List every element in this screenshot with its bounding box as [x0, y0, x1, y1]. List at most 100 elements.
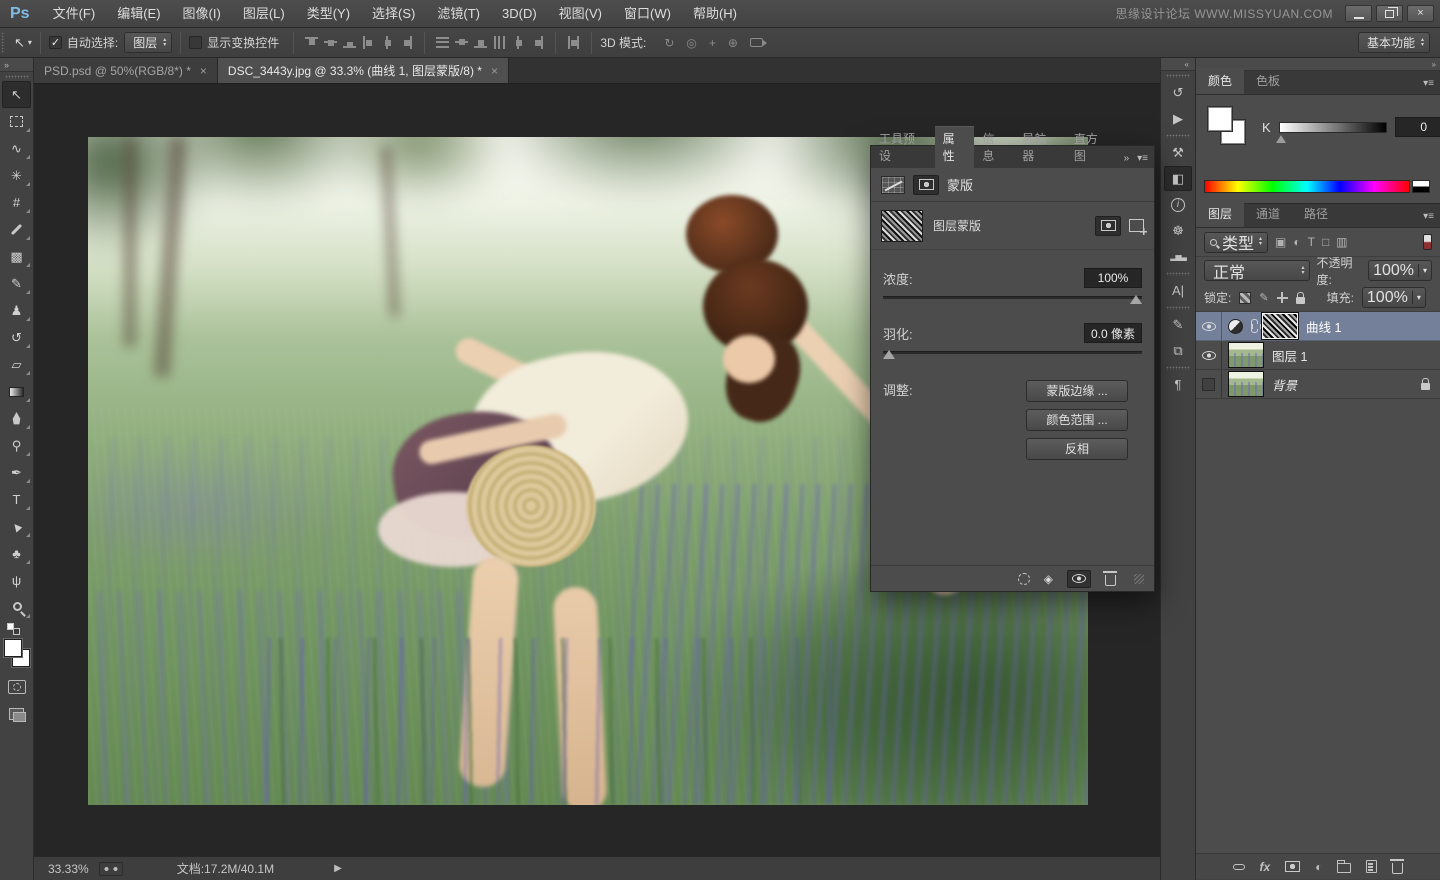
3d-slide-icon[interactable]: ⊕: [728, 36, 738, 50]
workspace-dropdown[interactable]: 基本功能 ▴ ▾: [1357, 32, 1430, 53]
tab-info[interactable]: 信息: [974, 127, 1014, 168]
k-slider-thumb[interactable]: [1275, 134, 1286, 143]
layer-visibility-toggle[interactable]: [1196, 370, 1222, 398]
menu-3d[interactable]: 3D(D): [491, 0, 548, 28]
histogram-panel-icon[interactable]: ▂▅▃: [1164, 244, 1192, 269]
close-tab-icon[interactable]: ×: [200, 64, 207, 78]
blur-tool[interactable]: [0, 405, 33, 432]
3d-drag-icon[interactable]: +: [709, 36, 716, 50]
tab-navigator[interactable]: 导航器: [1014, 127, 1066, 168]
auto-select-checkbox[interactable]: ✓: [48, 36, 62, 49]
info-panel-icon[interactable]: i: [1164, 192, 1192, 217]
new-group-button[interactable]: [1337, 860, 1352, 873]
lasso-tool[interactable]: ∿: [0, 135, 33, 162]
align-horizontal-centers-icon[interactable]: [381, 36, 394, 49]
apply-mask-icon[interactable]: ◈: [1044, 572, 1053, 586]
density-value-field[interactable]: 100%: [1084, 268, 1142, 288]
minimize-button[interactable]: [1345, 5, 1372, 22]
distribute-vertical-centers-icon[interactable]: [455, 36, 469, 49]
menu-filter[interactable]: 滤镜(T): [426, 0, 491, 28]
3d-roll-icon[interactable]: ◎: [686, 36, 696, 50]
menu-image[interactable]: 图像(I): [172, 0, 232, 28]
dock-grip[interactable]: [1166, 74, 1190, 78]
layer-filter-toggle[interactable]: [1423, 234, 1432, 250]
color-range-button[interactable]: 颜色范围 ...: [1026, 409, 1128, 431]
properties-panel-icon[interactable]: ◧: [1164, 166, 1192, 191]
menu-select[interactable]: 选择(S): [361, 0, 426, 28]
brush-panel-icon[interactable]: ✎: [1164, 312, 1192, 337]
opacity-dropdown[interactable]: 100% ▾: [1368, 260, 1432, 281]
mask-thumbnail[interactable]: [881, 209, 923, 242]
layer-visibility-toggle[interactable]: [1196, 312, 1222, 340]
menu-view[interactable]: 视图(V): [548, 0, 613, 28]
fill-dropdown[interactable]: 100% ▾: [1361, 287, 1426, 308]
brush-tool[interactable]: ✎: [0, 270, 33, 297]
options-bar-grip[interactable]: [1, 32, 5, 53]
type-tool[interactable]: T: [0, 486, 33, 513]
zoom-tool[interactable]: [0, 594, 33, 621]
distribute-left-edges-icon[interactable]: [493, 36, 506, 49]
add-layer-mask-button[interactable]: [1285, 861, 1301, 872]
panel-menu-icon[interactable]: ▾≡: [1417, 78, 1440, 94]
layer-row-curves1[interactable]: 曲线 1: [1196, 312, 1440, 341]
distribute-horizontal-centers-icon[interactable]: [512, 36, 525, 49]
load-selection-from-mask-icon[interactable]: [1017, 572, 1030, 585]
align-top-edges-icon[interactable]: [305, 36, 319, 49]
lock-position-icon[interactable]: [1276, 292, 1288, 303]
layer-thumbnail[interactable]: [1228, 371, 1264, 397]
layer-row-background[interactable]: 背景: [1196, 370, 1440, 399]
select-mask-button[interactable]: [1095, 215, 1121, 236]
lock-transparent-pixels-icon[interactable]: [1239, 291, 1252, 304]
layer-mask-thumbnail[interactable]: [1261, 312, 1299, 340]
lock-all-icon[interactable]: [1295, 291, 1305, 304]
layer-row-layer1[interactable]: 图层 1: [1196, 341, 1440, 370]
auto-align-layers-icon[interactable]: [567, 36, 580, 49]
dodge-tool[interactable]: ⚲: [0, 432, 33, 459]
gradient-tool[interactable]: [0, 378, 33, 405]
panel-resize-grip[interactable]: [1134, 573, 1144, 584]
tab-properties[interactable]: 属性: [934, 126, 975, 168]
toolbar-grip[interactable]: [4, 75, 29, 79]
distribute-right-edges-icon[interactable]: [531, 36, 544, 49]
tab-color[interactable]: 颜色: [1196, 68, 1245, 94]
pen-tool[interactable]: ✒: [0, 459, 33, 486]
distribute-top-edges-icon[interactable]: [436, 36, 450, 49]
delete-mask-icon[interactable]: [1103, 570, 1117, 586]
tab-paths[interactable]: 路径: [1292, 201, 1340, 227]
filter-pixel-layers-icon[interactable]: ▣: [1275, 235, 1286, 249]
tab-layers[interactable]: 图层: [1196, 201, 1245, 227]
feather-slider-thumb[interactable]: [883, 350, 895, 359]
align-bottom-edges-icon[interactable]: [343, 36, 357, 49]
status-options-icon[interactable]: [98, 861, 123, 876]
distribute-bottom-edges-icon[interactable]: [474, 36, 488, 49]
eraser-tool[interactable]: ▱: [0, 351, 33, 378]
move-tool[interactable]: ↖: [2, 81, 31, 108]
filter-type-dropdown[interactable]: 类型 ▴ ▾: [1204, 231, 1269, 253]
clone-stamp-tool[interactable]: ♟: [0, 297, 33, 324]
color-spectrum-ramp[interactable]: [1204, 180, 1410, 193]
menu-help[interactable]: 帮助(H): [682, 0, 748, 28]
menu-window[interactable]: 窗口(W): [613, 0, 682, 28]
density-slider[interactable]: [883, 295, 1142, 304]
tool-presets-panel-icon[interactable]: ⚒: [1164, 140, 1192, 165]
crop-tool[interactable]: #: [0, 189, 33, 216]
document-tab-dsc3443y[interactable]: DSC_3443y.jpg @ 33.3% (曲线 1, 图层蒙版/8) * ×: [217, 58, 509, 83]
curves-adjustment-icon[interactable]: [881, 175, 905, 194]
filter-smart-objects-icon[interactable]: ▥: [1336, 235, 1347, 249]
foreground-color-swatch[interactable]: [1208, 107, 1232, 131]
align-vertical-centers-icon[interactable]: [324, 36, 338, 49]
tab-tool-presets[interactable]: 工具预设: [871, 127, 935, 168]
blend-mode-dropdown[interactable]: 正常 ▴ ▾: [1204, 260, 1311, 282]
dock-grip[interactable]: [1166, 134, 1190, 138]
clone-source-panel-icon[interactable]: ⧉: [1164, 338, 1192, 363]
hand-tool[interactable]: ψ: [0, 567, 33, 594]
character-panel-icon[interactable]: A|: [1164, 278, 1192, 303]
layer-thumbnail[interactable]: [1228, 342, 1264, 368]
healing-brush-tool[interactable]: ▩: [0, 243, 33, 270]
dock-grip[interactable]: [1166, 306, 1190, 310]
close-button[interactable]: ×: [1407, 5, 1434, 22]
ramp-bw-swatches[interactable]: [1412, 180, 1430, 193]
restore-button[interactable]: [1376, 5, 1403, 22]
layer-name[interactable]: 曲线 1: [1306, 317, 1341, 336]
filter-type-layers-icon[interactable]: T: [1308, 235, 1315, 249]
